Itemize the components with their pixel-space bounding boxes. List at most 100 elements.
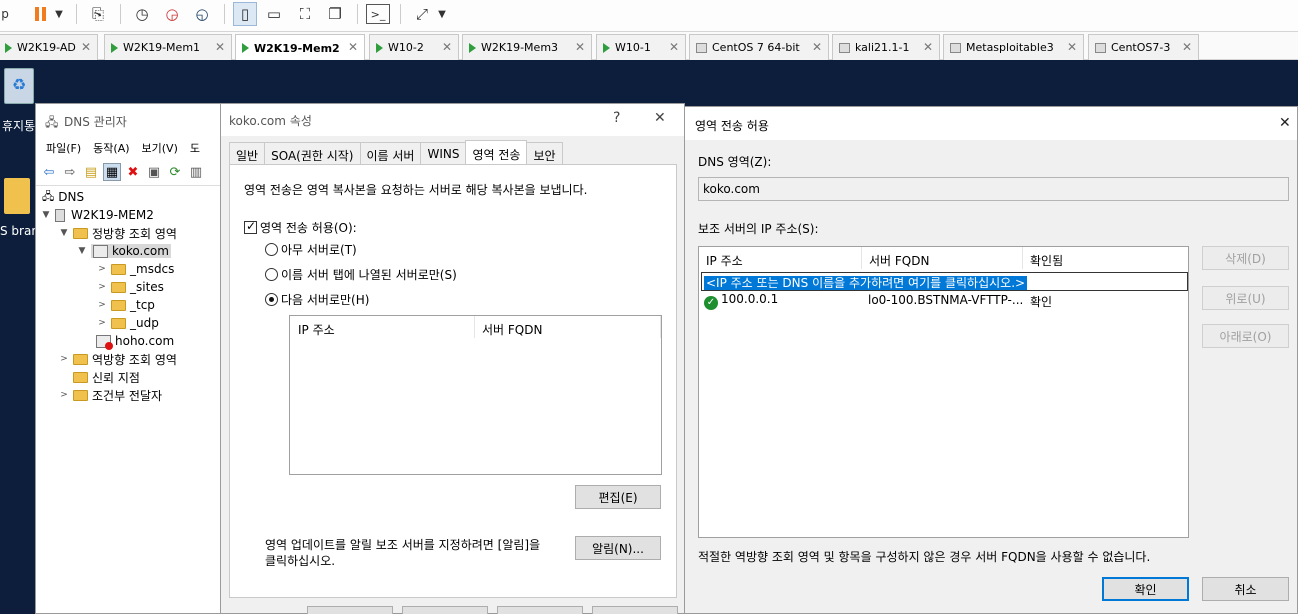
chevron-right-icon[interactable]: > <box>58 354 70 364</box>
radio-these-servers[interactable]: 다음 서버로만(H) <box>265 291 369 308</box>
column-fqdn[interactable]: 서버 FQDN <box>869 252 929 269</box>
snapshot-icon[interactable]: ◷ <box>130 2 154 26</box>
column-fqdn[interactable]: 서버 FQDN <box>482 321 542 338</box>
secondary-server-list[interactable]: IP 주소 서버 FQDN 확인됨 <IP 주소 또는 DNS 이름을 추가하려… <box>698 246 1189 538</box>
server-list[interactable]: IP 주소 서버 FQDN <box>289 315 662 475</box>
console-icon[interactable]: >_ <box>366 4 390 24</box>
stretch-icon[interactable]: ⤢ <box>410 2 434 26</box>
close-icon[interactable]: ✕ <box>654 110 666 126</box>
close-icon[interactable]: ✕ <box>442 40 452 54</box>
tree-node-udp[interactable]: > _udp <box>96 314 159 332</box>
radio-any-server[interactable]: 아무 서버로(T) <box>265 241 357 258</box>
up-folder-icon[interactable]: ▤ <box>82 163 100 181</box>
vm-tab[interactable]: W10-1 ✕ <box>596 34 686 60</box>
chevron-right-icon[interactable]: > <box>96 318 108 328</box>
tab-security[interactable]: 보안 <box>526 142 563 164</box>
snapshot-manager-icon[interactable]: ◵ <box>190 2 214 26</box>
ok-button[interactable]: 확인 <box>1102 577 1189 601</box>
list-item[interactable]: ✓ 100.0.0.1 <box>704 292 778 310</box>
tab-zone-transfers[interactable]: 영역 전송 <box>465 140 528 164</box>
menu-action[interactable]: 동작(A) <box>93 140 129 160</box>
vm-tab[interactable]: CentOS7-3 ✕ <box>1088 34 1199 60</box>
tree-node-forward-zones[interactable]: ▼ 정방향 조회 영역 <box>58 224 177 242</box>
vm-tab[interactable]: kali21.1-1 ✕ <box>832 34 940 60</box>
tree-node-msdcs[interactable]: > _msdcs <box>96 260 174 278</box>
tree-node-dns[interactable]: 🖧 DNS <box>42 188 84 206</box>
cancel-button-partial[interactable] <box>402 606 488 614</box>
chevron-right-icon[interactable]: > <box>96 264 108 274</box>
vm-tab[interactable]: W2K19-Mem3 ✕ <box>462 34 592 60</box>
tree-node-zone-hoho[interactable]: hoho.com <box>96 332 174 350</box>
move-up-button[interactable]: 위로(U) <box>1202 286 1289 310</box>
allow-transfers-checkbox[interactable]: 영역 전송 허용(O): <box>244 219 357 236</box>
close-icon[interactable]: ✕ <box>575 40 585 54</box>
close-icon[interactable]: ✕ <box>1279 115 1291 131</box>
recycle-bin-icon[interactable]: ♻ <box>2 68 38 108</box>
help-button-partial[interactable] <box>592 606 678 614</box>
tree-node-conditional-forwarders[interactable]: > 조건부 전달자 <box>58 386 162 404</box>
close-icon[interactable]: ✕ <box>215 40 225 54</box>
tab-general[interactable]: 일반 <box>229 142 266 164</box>
chevron-down-icon[interactable]: ▼ <box>40 210 52 220</box>
fullscreen-icon[interactable]: ⛶ <box>293 2 317 26</box>
revert-snapshot-icon[interactable]: ◶ <box>160 2 184 26</box>
export-icon[interactable]: ▥ <box>187 163 205 181</box>
back-icon[interactable]: ⇦ <box>40 163 58 181</box>
tree-node-reverse-zones[interactable]: > 역방향 조회 영역 <box>58 350 177 368</box>
chevron-down-icon[interactable]: ▼ <box>436 2 448 26</box>
tree-node-sites[interactable]: > _sites <box>96 278 164 296</box>
chevron-right-icon[interactable]: > <box>96 300 108 310</box>
chevron-right-icon[interactable]: > <box>96 282 108 292</box>
vm-tab[interactable]: Metasploitable3 ✕ <box>943 34 1084 60</box>
vm-tab[interactable]: W2K19-AD ✕ <box>0 34 98 60</box>
folder-icon[interactable] <box>4 178 30 214</box>
tree-node-zone-koko[interactable]: ▼ koko.com <box>76 242 171 260</box>
move-down-button[interactable]: 아래로(O) <box>1202 324 1289 348</box>
show-tree-icon[interactable]: ▦ <box>103 163 121 181</box>
add-entry-row[interactable]: <IP 주소 또는 DNS 이름을 추가하려면 여기를 클릭하십시오.> <box>701 272 1188 291</box>
help-icon[interactable]: ? <box>613 110 620 126</box>
close-icon[interactable]: ✕ <box>1182 40 1192 54</box>
chevron-right-icon[interactable]: > <box>58 390 70 400</box>
close-icon[interactable]: ✕ <box>812 40 822 54</box>
close-icon[interactable]: ✕ <box>669 40 679 54</box>
properties-icon[interactable]: ▣ <box>145 163 163 181</box>
vm-tab[interactable]: W2K19-Mem1 ✕ <box>104 34 232 60</box>
add-entry-hint[interactable]: <IP 주소 또는 DNS 이름을 추가하려면 여기를 클릭하십시오.> <box>704 276 1028 290</box>
send-keys-icon[interactable]: ⎘ <box>86 2 110 26</box>
delete-icon[interactable]: ✖ <box>124 163 142 181</box>
tab-soa[interactable]: SOA(권한 시작) <box>264 142 361 164</box>
unity-icon[interactable]: ❐ <box>323 2 347 26</box>
ok-button-partial[interactable] <box>307 606 393 614</box>
chevron-down-icon[interactable]: ▼ <box>76 246 88 256</box>
column-ip[interactable]: IP 주소 <box>298 321 335 338</box>
library-view-icon[interactable]: ▯ <box>233 2 257 26</box>
delete-button[interactable]: 삭제(D) <box>1202 246 1289 270</box>
menu-view[interactable]: 보기(V) <box>142 140 178 160</box>
column-ip[interactable]: IP 주소 <box>706 252 743 269</box>
menu-help[interactable]: 도 <box>190 140 200 160</box>
chevron-down-icon[interactable]: ▼ <box>52 2 66 26</box>
column-status[interactable]: 확인됨 <box>1030 252 1063 269</box>
chevron-down-icon[interactable]: ▼ <box>58 228 70 238</box>
vm-tab-active[interactable]: W2K19-Mem2 ✕ <box>235 34 365 61</box>
edit-button[interactable]: 편집(E) <box>575 485 661 509</box>
tree-node-tcp[interactable]: > _tcp <box>96 296 155 314</box>
close-icon[interactable]: ✕ <box>81 40 91 54</box>
close-icon[interactable]: ✕ <box>1067 40 1077 54</box>
apply-button-partial[interactable] <box>497 606 583 614</box>
tab-name-servers[interactable]: 이름 서버 <box>359 142 422 164</box>
cancel-button[interactable]: 취소 <box>1202 577 1289 601</box>
notify-button[interactable]: 알림(N)... <box>575 536 661 560</box>
tree-node-server[interactable]: ▼ W2K19-MEM2 <box>40 206 154 224</box>
tree-node-trust-points[interactable]: 신뢰 지점 <box>73 368 140 386</box>
vm-tab[interactable]: W10-2 ✕ <box>369 34 459 60</box>
pause-icon[interactable] <box>33 2 47 26</box>
menu-file[interactable]: 파일(F) <box>46 140 81 160</box>
radio-name-servers-only[interactable]: 이름 서버 탭에 나열된 서버로만(S) <box>265 266 457 283</box>
tab-wins[interactable]: WINS <box>420 142 467 164</box>
vm-tab[interactable]: CentOS 7 64-bit ✕ <box>689 34 829 60</box>
close-icon[interactable]: ✕ <box>923 40 933 54</box>
refresh-icon[interactable]: ⟳ <box>166 163 184 181</box>
thumbnail-bar-icon[interactable]: ▭ <box>262 2 286 26</box>
